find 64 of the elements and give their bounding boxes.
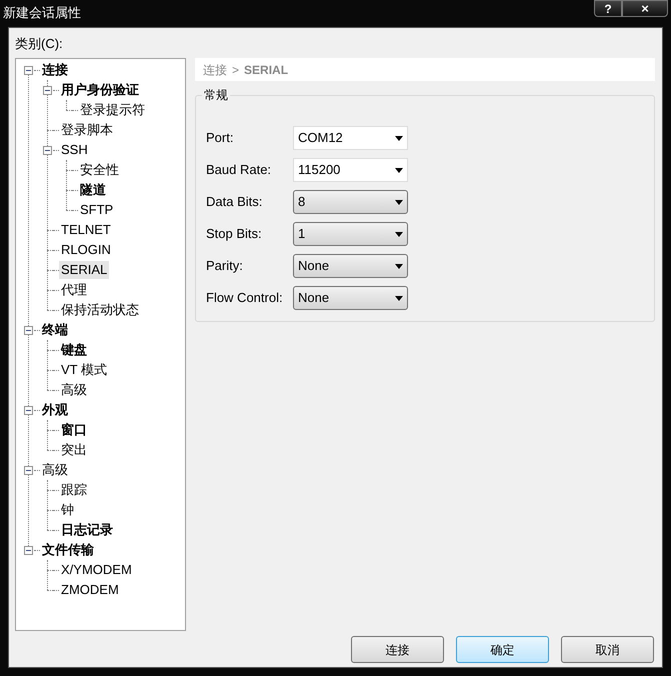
tree-item[interactable]: 日志记录 xyxy=(59,521,115,539)
group-title: 常规 xyxy=(202,87,230,103)
tree-item[interactable]: 高级 xyxy=(40,461,70,479)
tree-item[interactable]: 隧道 xyxy=(78,181,108,199)
dialog-button[interactable]: 连接 xyxy=(351,636,444,663)
tree-item[interactable]: 高级 xyxy=(59,381,89,399)
tree-item[interactable]: 文件传输 xyxy=(40,541,96,559)
tree-item[interactable]: 登录脚本 xyxy=(59,121,115,139)
breadcrumb-parent: 连接 xyxy=(203,62,227,78)
tree-item[interactable]: 键盘 xyxy=(59,341,89,359)
collapse-toggle-icon[interactable] xyxy=(43,146,52,154)
dropdown[interactable]: 1 xyxy=(293,222,408,246)
tree-item[interactable]: 窗口 xyxy=(59,421,89,439)
tree-item[interactable]: X/YMODEM xyxy=(59,561,134,579)
tree-item[interactable]: TELNET xyxy=(59,221,113,239)
dropdown[interactable]: None xyxy=(293,286,408,310)
combo-box[interactable]: COM12 xyxy=(293,126,408,150)
collapse-toggle-icon[interactable] xyxy=(24,326,33,334)
field-label: Stop Bits: xyxy=(206,225,263,244)
close-button[interactable]: × xyxy=(622,0,668,17)
tree-item[interactable]: SERIAL xyxy=(59,261,110,279)
caret-icon xyxy=(395,296,403,300)
field-label: Parity: xyxy=(206,257,244,276)
tree-item[interactable]: 用户身份验证 xyxy=(59,81,141,99)
tree-item[interactable]: 安全性 xyxy=(78,161,121,179)
category-label: 类别(C): xyxy=(15,36,64,52)
tree-item[interactable]: 突出 xyxy=(59,441,89,459)
tree-item[interactable]: 代理 xyxy=(59,281,89,299)
dialog-button[interactable]: 取消 xyxy=(561,636,654,663)
tree-item[interactable]: 跟踪 xyxy=(59,481,89,499)
dialog-button[interactable]: 确定 xyxy=(456,636,549,663)
tree-item[interactable]: 终端 xyxy=(40,321,70,339)
tree-item[interactable]: VT 模式 xyxy=(59,361,109,379)
collapse-toggle-icon[interactable] xyxy=(24,546,33,554)
caret-icon xyxy=(395,264,403,268)
collapse-toggle-icon[interactable] xyxy=(24,406,33,414)
tree-item[interactable]: 保持活动状态 xyxy=(59,301,141,319)
tree-item[interactable]: 钟 xyxy=(59,501,76,519)
breadcrumb-current: SERIAL xyxy=(244,62,288,78)
caret-icon xyxy=(395,200,403,204)
field-label: Baud Rate: xyxy=(206,161,272,180)
collapse-toggle-icon[interactable] xyxy=(24,466,33,474)
tree-item[interactable]: 外观 xyxy=(40,401,70,419)
caret-icon xyxy=(395,232,403,236)
field-label: Port: xyxy=(206,129,234,148)
tree-item[interactable]: SSH xyxy=(59,141,90,159)
help-button[interactable]: ? xyxy=(594,0,622,17)
tree-item[interactable]: 连接 xyxy=(40,61,70,79)
caret-icon xyxy=(395,168,403,172)
tree-item[interactable]: ZMODEM xyxy=(59,581,121,599)
caret-icon xyxy=(395,136,403,140)
breadcrumb-separator: > xyxy=(232,62,240,78)
collapse-toggle-icon[interactable] xyxy=(43,86,52,94)
dropdown[interactable]: None xyxy=(293,254,408,278)
window-title: 新建会话属性 xyxy=(3,4,81,22)
category-tree[interactable]: 连接 用户身份验证 登录提示符 登录脚本 SSH 安全性 隧道 SFTP TELNET RLOGIN SERIAL 代理 保持活动状态 终端 键盘 VT 模式 高级 外观 窗口 突出 高级 跟踪 钟 日志记录 文件传输 X/YMODEM ZMODEM xyxy=(15,58,186,631)
tree-item[interactable]: 登录提示符 xyxy=(78,101,147,119)
dropdown[interactable]: 8 xyxy=(293,190,408,214)
tree-item[interactable]: SFTP xyxy=(78,201,116,219)
combo-box[interactable]: 115200 xyxy=(293,158,408,182)
collapse-toggle-icon[interactable] xyxy=(24,66,33,74)
tree-item[interactable]: RLOGIN xyxy=(59,241,113,259)
field-label: Flow Control: xyxy=(206,289,284,308)
field-label: Data Bits: xyxy=(206,193,264,212)
